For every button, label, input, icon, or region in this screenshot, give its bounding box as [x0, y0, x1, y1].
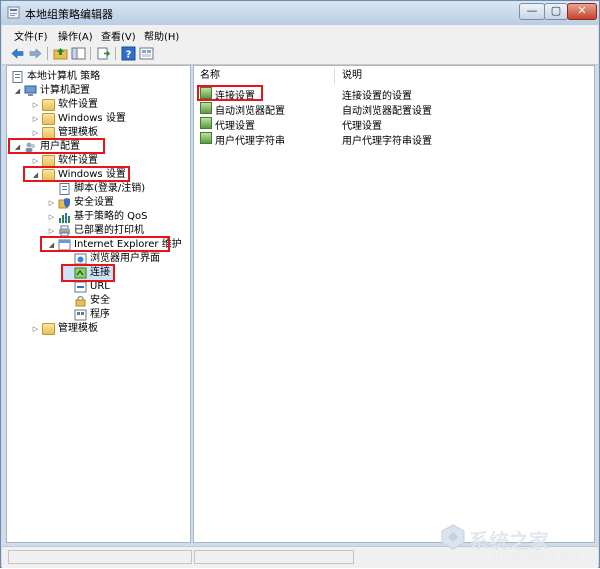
tree-node-qos[interactable]: ▷ 基于策略的 QoS [47, 210, 187, 224]
tree-label: 程序 [90, 309, 110, 320]
toolbar-separator [90, 47, 91, 60]
row-description: 自动浏览器配置设置 [342, 106, 432, 117]
menu-help[interactable]: 帮助(H) [144, 28, 179, 43]
site-watermark: 系统之家 XITONGZHIJIA.NET [431, 521, 600, 569]
watermark-subtext: XITONGZHIJIA.NET [491, 552, 581, 561]
menu-file[interactable]: 文件(F) [14, 28, 48, 43]
status-cell [194, 550, 354, 564]
folder-icon [42, 113, 55, 125]
tree-node-local-policy[interactable]: 本地计算机 策略 [9, 70, 179, 84]
navigation-tree[interactable]: 本地计算机 策略 ◢ 计算机配置 ▷ 软件设置 ▷ Windows 设置 ▷ 管… [6, 65, 191, 543]
tree-node-cc-windows[interactable]: ▷ Windows 设置 [31, 112, 171, 126]
tree-node-programs[interactable]: 程序 [63, 308, 143, 322]
auto-config-icon [200, 102, 212, 114]
lock-icon [75, 296, 86, 307]
main-window: 本地组策略编辑器 — ▢ ✕ 文件(F) 操作(A) 查看(V) 帮助(H) ?… [0, 0, 600, 568]
highlight-box-connection-settings [197, 85, 263, 101]
expand-arrow-icon[interactable]: ▷ [47, 196, 56, 210]
policy-document-icon [12, 71, 23, 83]
qos-chart-icon [59, 213, 70, 223]
tree-label: 安全 [90, 295, 110, 306]
security-settings-icon [58, 198, 70, 209]
column-divider[interactable] [334, 68, 335, 84]
back-arrow-icon[interactable] [10, 46, 25, 61]
title-bar[interactable]: 本地组策略编辑器 — ▢ ✕ [1, 1, 599, 25]
user-agent-icon [200, 132, 212, 144]
url-icon [74, 281, 87, 293]
script-icon [59, 183, 70, 195]
toolbar-separator [47, 47, 48, 60]
menu-bar: 文件(F) 操作(A) 查看(V) 帮助(H) [2, 25, 598, 44]
minimize-button[interactable]: — [519, 3, 545, 20]
watermark-logo-icon [441, 524, 465, 550]
forward-arrow-icon[interactable] [28, 46, 43, 61]
row-name: 自动浏览器配置 [215, 106, 285, 117]
export-list-icon[interactable] [96, 46, 111, 61]
svg-text:?: ? [126, 50, 132, 61]
tree-node-ie-security[interactable]: 安全 [63, 294, 143, 308]
proxy-setting-icon [200, 117, 212, 129]
expand-arrow-icon[interactable]: ▷ [31, 112, 40, 126]
tree-node-cc-software[interactable]: ▷ 软件设置 [31, 98, 171, 112]
tree-label: 基于策略的 QoS [74, 211, 148, 222]
folder-icon [42, 99, 55, 111]
list-row-user-agent[interactable]: 用户代理字符串 用户代理字符串设置 [198, 131, 588, 147]
tree-node-url[interactable]: URL [63, 280, 143, 294]
status-cell [8, 550, 192, 564]
row-description: 代理设置 [342, 121, 382, 132]
column-header-description[interactable]: 说明 [342, 68, 362, 84]
row-description: 连接设置的设置 [342, 91, 412, 102]
tree-label: Windows 设置 [58, 113, 126, 124]
computer-icon [24, 85, 37, 96]
expand-arrow-icon[interactable]: ▷ [31, 98, 40, 112]
programs-icon [74, 309, 87, 321]
properties-icon[interactable] [139, 46, 154, 61]
close-button[interactable]: ✕ [567, 3, 597, 20]
tree-label: 脚本(登录/注销) [74, 183, 146, 194]
expand-arrow-icon[interactable]: ▷ [47, 210, 56, 224]
row-name: 代理设置 [215, 121, 255, 132]
details-list[interactable]: 名称 说明 连接设置 连接设置的设置 自动浏览器配置 自动浏览器配置设置 代理设… [193, 65, 595, 543]
highlight-box-windows-settings [23, 166, 130, 182]
tree-label: 软件设置 [58, 99, 98, 110]
policy-editor-app-icon [7, 6, 20, 19]
menu-action[interactable]: 操作(A) [58, 28, 93, 43]
tree-node-security[interactable]: ▷ 安全设置 [47, 196, 187, 210]
row-description: 用户代理字符串设置 [342, 136, 432, 147]
up-folder-icon[interactable] [53, 46, 68, 61]
highlight-box-connection [61, 264, 115, 282]
toolbar: ? [2, 44, 598, 65]
highlight-box-ie-maintenance [40, 236, 170, 252]
tree-label: 本地计算机 策略 [27, 71, 101, 82]
expand-arrow-icon[interactable]: ▷ [31, 322, 40, 336]
tree-node-uc-admin[interactable]: ▷ 管理模板 [31, 322, 171, 336]
tree-label: 安全设置 [74, 197, 114, 208]
folder-icon [42, 323, 55, 335]
tree-label: 管理模板 [58, 323, 98, 334]
row-name: 用户代理字符串 [215, 136, 285, 147]
column-header-name[interactable]: 名称 [200, 68, 220, 84]
highlight-box-user-config [8, 138, 105, 154]
help-icon[interactable]: ? [121, 46, 136, 61]
toolbar-separator [115, 47, 116, 60]
list-row-auto-browser-config[interactable]: 自动浏览器配置 自动浏览器配置设置 [198, 101, 588, 117]
maximize-button[interactable]: ▢ [544, 3, 568, 20]
tree-label: URL [90, 281, 110, 292]
window-title: 本地组策略编辑器 [25, 8, 113, 21]
show-hide-tree-icon[interactable] [71, 46, 86, 61]
collapse-arrow-icon[interactable]: ◢ [13, 84, 22, 98]
list-row-proxy-settings[interactable]: 代理设置 代理设置 [198, 116, 588, 132]
tree-node-computer-config[interactable]: ◢ 计算机配置 [13, 84, 178, 98]
tree-node-scripts[interactable]: 脚本(登录/注销) [47, 182, 187, 196]
menu-view[interactable]: 查看(V) [101, 28, 136, 43]
watermark-text: 系统之家 [469, 529, 549, 553]
tree-label: 计算机配置 [40, 85, 90, 96]
